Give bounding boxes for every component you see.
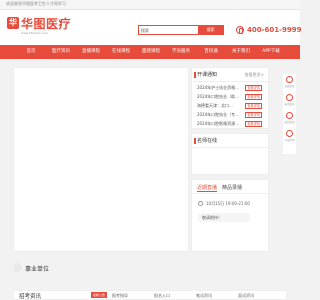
tab-recorded[interactable]: 精品录播 bbox=[222, 184, 242, 191]
top-bar: 欢迎来到华图医考卫生人才网学习 bbox=[0, 0, 300, 10]
welcome-text: 欢迎来到华图医考卫生人才网学习 bbox=[6, 1, 66, 6]
tool-online-consult[interactable]: 在线咨询 bbox=[283, 74, 296, 90]
notice-item[interactable]: 2024年护士执业资格... 查看详情 bbox=[192, 84, 268, 93]
nav-item-about[interactable]: 关于我们 bbox=[226, 45, 256, 59]
notice-item-text: 2024年口腔执业（专... bbox=[197, 112, 239, 117]
tool-label: 在线咨询 bbox=[284, 85, 295, 88]
live-bubble-text: 敬请期待！ bbox=[202, 215, 222, 220]
chat-icon bbox=[286, 76, 293, 83]
notice-item[interactable]: 2024年口腔执业（助... 查看详情 bbox=[192, 93, 268, 102]
tab-recent-live[interactable]: 近期直播 bbox=[197, 184, 218, 192]
unit-section-title: 事业单位 bbox=[25, 266, 50, 273]
nav-item-online[interactable]: 在线课程 bbox=[106, 45, 136, 59]
banner-area bbox=[13, 67, 189, 252]
search-button[interactable]: 搜索 bbox=[198, 26, 223, 34]
news-tab-guide[interactable]: 报考指导 bbox=[112, 293, 128, 299]
notice-more-link[interactable]: 查看更多> bbox=[245, 72, 264, 78]
main-nav: 首页 医疗资讯 直播课程 在线课程 面授课程 学员服务 百校通 关于我们 APP… bbox=[0, 45, 300, 59]
notice-detail-tag[interactable]: 查看详情 bbox=[245, 85, 262, 91]
nav-item-service[interactable]: 学员服务 bbox=[166, 45, 196, 59]
teacher-header: 名师在线 bbox=[192, 134, 268, 148]
notice-title: 开课通知 bbox=[197, 72, 218, 78]
search-input[interactable] bbox=[141, 27, 195, 34]
unit-section-header: 事业单位 bbox=[13, 262, 283, 274]
search-bar: 搜索 bbox=[138, 25, 224, 35]
nav-item-live[interactable]: 直播课程 bbox=[76, 45, 106, 59]
news-tab-signup[interactable]: 报名入口 bbox=[154, 293, 170, 299]
tool-wechat[interactable]: 微信咨询 bbox=[283, 110, 296, 126]
phone-icon bbox=[236, 26, 244, 34]
nav-item-face[interactable]: 面授课程 bbox=[136, 45, 166, 59]
notice-item-text: 2024年口腔影像资源... bbox=[197, 121, 239, 126]
news-title: 招考资讯 bbox=[19, 294, 42, 300]
news-tag[interactable]: 最新公告 bbox=[91, 292, 107, 298]
notice-item-text: 2024年口腔执业（助... bbox=[197, 94, 239, 99]
notice-detail-tag[interactable]: 查看详情 bbox=[245, 121, 262, 127]
unit-icon bbox=[13, 263, 22, 272]
tool-label: 下载APP bbox=[284, 139, 295, 142]
clock-icon bbox=[198, 201, 203, 206]
news-tab-written[interactable]: 笔试资讯 bbox=[196, 293, 212, 299]
tool-app[interactable]: 下载APP bbox=[283, 128, 296, 144]
nav-item-news[interactable]: 医疗资讯 bbox=[46, 45, 76, 59]
live-time: 10月15日 19:00-21:00 bbox=[206, 201, 250, 206]
notice-item[interactable]: 2024年口腔影像资源... 查看详情 bbox=[192, 120, 268, 129]
live-bubble: 敬请期待！ bbox=[198, 213, 250, 222]
notice-item[interactable]: 海德看天津：北口... 查看详情 bbox=[192, 102, 268, 111]
news-tab-interview[interactable]: 面试资讯 bbox=[238, 293, 254, 299]
nav-item-schools[interactable]: 百校通 bbox=[196, 45, 226, 59]
site-logo[interactable]: 华图医疗 bbox=[21, 15, 71, 32]
phone-icon bbox=[286, 94, 293, 101]
logo-icon[interactable]: 华 bbox=[7, 17, 19, 29]
notice-item-text: 海德看天津：北口... bbox=[197, 103, 233, 108]
notice-detail-tag[interactable]: 查看详情 bbox=[245, 94, 262, 100]
main-content: 开课通知 查看更多> 2024年护士执业资格... 查看详情 2024年口腔执业… bbox=[13, 67, 269, 252]
right-column: 开课通知 查看更多> 2024年护士执业资格... 查看详情 2024年口腔执业… bbox=[191, 67, 269, 252]
news-box: 招考资讯 最新公告 报考指导 报名入口 笔试资讯 面试资讯 bbox=[13, 290, 287, 300]
floating-toolbar: 在线咨询 电话咨询 微信咨询 下载APP bbox=[283, 74, 296, 154]
live-panel: 近期直播 精品录播 10月15日 19:00-21:00 敬请期待！ bbox=[191, 179, 269, 252]
tool-label: 电话咨询 bbox=[284, 103, 295, 106]
nav-item-app[interactable]: APP下载 bbox=[256, 45, 286, 59]
notice-item[interactable]: 2024年口腔执业（专... 查看详情 bbox=[192, 111, 268, 120]
site-domain: www.htexam.com bbox=[21, 31, 48, 35]
wechat-icon bbox=[286, 112, 293, 119]
notice-panel: 开课通知 查看更多> 2024年护士执业资格... 查看详情 2024年口腔执业… bbox=[191, 67, 269, 129]
tool-phone-consult[interactable]: 电话咨询 bbox=[283, 92, 296, 108]
notice-detail-tag[interactable]: 查看详情 bbox=[245, 103, 262, 109]
tool-label: 微信咨询 bbox=[284, 121, 295, 124]
teacher-title: 名师在线 bbox=[197, 138, 218, 144]
notice-item-text: 2024年护士执业资格... bbox=[197, 85, 239, 90]
hotline-number: 400-601-9999 bbox=[247, 26, 302, 34]
app-icon bbox=[286, 130, 293, 137]
title-accent bbox=[194, 138, 196, 144]
teacher-panel: 名师在线 bbox=[191, 133, 269, 175]
title-accent bbox=[194, 72, 196, 78]
notice-detail-tag[interactable]: 查看详情 bbox=[245, 112, 262, 118]
nav-item-home[interactable]: 首页 bbox=[16, 45, 46, 59]
notice-header: 开课通知 查看更多> bbox=[192, 68, 268, 82]
header: 华 华图医疗 www.htexam.com 搜索 400-601-9999 bbox=[0, 10, 302, 45]
live-tabs: 近期直播 精品录播 bbox=[192, 180, 268, 194]
